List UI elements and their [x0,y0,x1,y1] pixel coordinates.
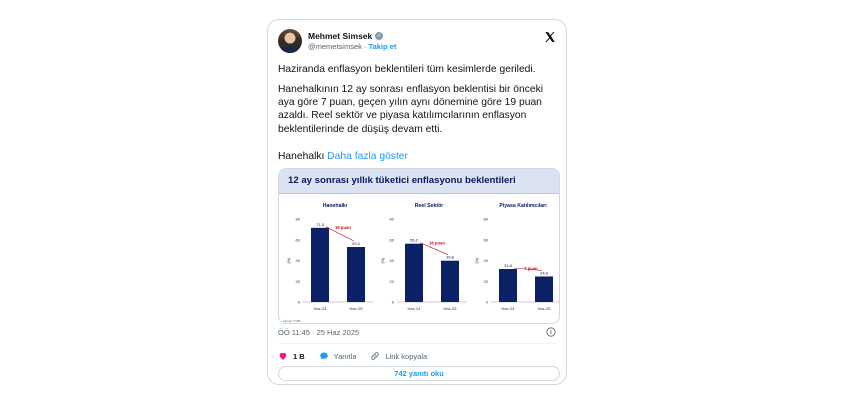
author-handle-row: @memetsimsek · Takip et [308,42,396,51]
media-title: 12 ay sonrası yıllık tüketici enflasyonu… [288,175,516,186]
read-replies-button[interactable]: 742 yanıtı oku [278,366,560,381]
x-logo-icon[interactable] [544,31,556,43]
chart-2-xtick: Haz-24 [408,306,422,311]
reply-label: Yanıtla [333,351,357,361]
chart-3-ytick: 0 [486,300,489,305]
chart-1-ytick: 20 [296,279,301,284]
follow-button[interactable]: Takip et [369,42,397,51]
chart-1-title: Hanehalkı [323,203,348,209]
chart-2-xtick: Haz-25 [444,306,458,311]
chart-2-bar [441,260,459,302]
chart-3-xtick: Haz-24 [502,306,516,311]
chart-2-ytick: 0 [392,300,395,305]
author-name[interactable]: Mehmet Simsek [308,31,372,41]
source-note: Kaynak: TCMB [283,319,301,323]
tweet-media-image[interactable]: 12 ay sonrası yıllık tüketici enflasyonu… [278,168,560,324]
show-more-link[interactable]: Daha fazla göster [327,151,408,162]
like-count: 1 B [293,351,305,361]
tweet-header: Mehmet Simsek ✓ @memetsimsek · Takip et [278,29,556,55]
like-button[interactable]: 1 B [278,351,305,361]
chart-3-bar [499,269,517,302]
author-avatar[interactable] [278,29,302,53]
chart-3-data-label: 24,6 [540,270,549,275]
chart-2-ytick: 40 [390,258,395,263]
chart-3-ylabel: (%) [475,257,479,264]
chart-1-ytick: 80 [296,217,301,222]
copy-link-label: Link kopyala [385,351,428,361]
chart-2-ytick: 20 [390,279,395,284]
reply-button[interactable]: Yanıtla [319,351,357,361]
chart-1-data-label: 53,0 [352,241,361,246]
heart-icon [279,352,287,360]
chart-2-ytick: 60 [390,237,395,242]
author-name-row[interactable]: Mehmet Simsek ✓ [308,31,384,41]
reply-bubble-icon [319,352,328,360]
chart-2-title: Reel Sektör [415,203,444,209]
divider [278,343,556,344]
chart-1-bar [311,227,329,302]
info-icon[interactable] [546,327,556,337]
tweet-paragraph-1: Haziranda enflasyon beklentileri tüm kes… [278,64,536,75]
chart-2-bar [405,243,423,302]
chart-2-ytick: 80 [390,217,395,222]
tweet-paragraph-2: Hanehalkının 12 ay sonrası enflasyon bek… [278,84,544,135]
media-title-bar: 12 ay sonrası yıllık tüketici enflasyonu… [279,169,559,194]
chart-3-ytick: 80 [484,217,489,222]
chart-1-ytick: 40 [296,258,301,263]
chart-1-ytick: 60 [296,237,301,242]
chart-2-data-label: 39,8 [446,255,455,260]
chart-1-xtick: Haz-25 [350,306,364,311]
link-icon [371,352,380,360]
chart-1-ytick: 0 [298,300,301,305]
chart-3-annotation: 7 puan [524,266,538,271]
chart-3-data-label: 31,8 [504,263,513,268]
chart-1-bar [347,247,365,302]
chart-1-annotation: 19 puan [335,225,351,230]
tweet-timestamp[interactable]: ÖÖ 11:45 · 25 Haz 2025 [278,328,359,337]
tweet-paragraph-3-text: Hanehalkı [278,151,325,162]
chart-2-ylabel: (%) [381,257,385,264]
tweet-paragraph-3: Hanehalkı Daha fazla göster [278,150,408,163]
handle-separator: · [363,42,367,51]
chart-1-data-label: 71,5 [316,222,325,227]
verified-badge-icon: ✓ [375,32,384,40]
tweet-card: Mehmet Simsek ✓ @memetsimsek · Takip et … [267,19,567,385]
copy-link-button[interactable]: Link kopyala [370,351,427,361]
chart-3-ytick: 60 [484,237,489,242]
chart-2-data-label: 56,2 [410,238,419,243]
chart-3-ytick: 40 [484,258,489,263]
chart-1-xtick: Haz-24 [314,306,328,311]
chart-3-bar [535,276,553,302]
chart-3-ytick: 20 [484,279,489,284]
author-handle[interactable]: @memetsimsek [308,42,362,51]
charts-svg: Hanehalkı (%) 0 20 40 60 80 71,5 Haz-24 53,0 Haz-2… [283,203,559,323]
tweet-actions: 1 B Yanıtla Link kopyala [278,349,441,363]
chart-1-ylabel: (%) [287,257,291,264]
chart-2-annotation: 16 puan [429,241,445,246]
chart-3-title: Piyasa Katılımcıları [499,203,547,209]
chart-3-xtick: Haz-25 [538,306,552,311]
